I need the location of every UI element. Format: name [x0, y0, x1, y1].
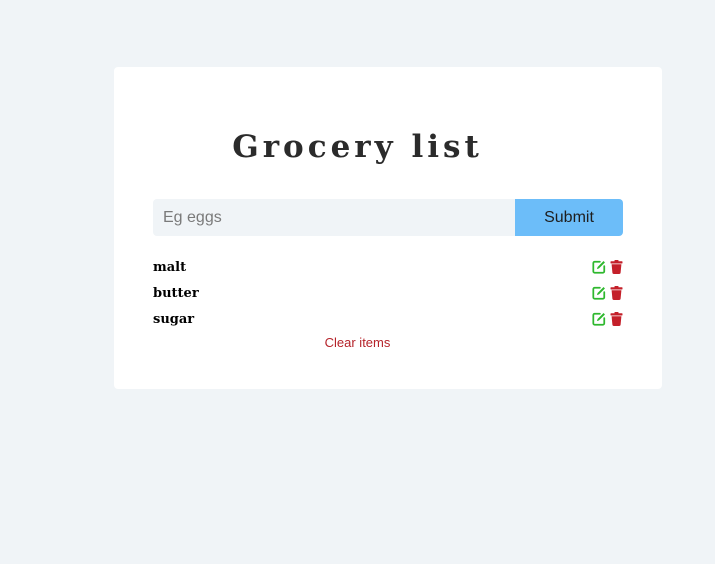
item-actions [592, 286, 623, 300]
item-name: sugar [153, 311, 195, 327]
edit-icon[interactable] [592, 312, 606, 326]
item-name: malt [153, 259, 187, 275]
edit-icon[interactable] [592, 260, 606, 274]
submit-button[interactable]: Submit [515, 199, 623, 236]
trash-icon[interactable] [609, 286, 623, 300]
list-item: sugar [153, 306, 623, 332]
item-input[interactable] [153, 199, 515, 236]
list-item: butter [153, 280, 623, 306]
add-item-form: Submit [153, 199, 623, 236]
trash-icon[interactable] [609, 312, 623, 326]
item-actions [592, 260, 623, 274]
clear-items-button[interactable]: Clear items [0, 335, 715, 350]
item-actions [592, 312, 623, 326]
trash-icon[interactable] [609, 260, 623, 274]
list-item: malt [153, 254, 623, 280]
grocery-list: malt butter sugar [153, 254, 623, 332]
item-name: butter [153, 285, 199, 301]
page-title: Grocery list [232, 129, 483, 165]
edit-icon[interactable] [592, 286, 606, 300]
